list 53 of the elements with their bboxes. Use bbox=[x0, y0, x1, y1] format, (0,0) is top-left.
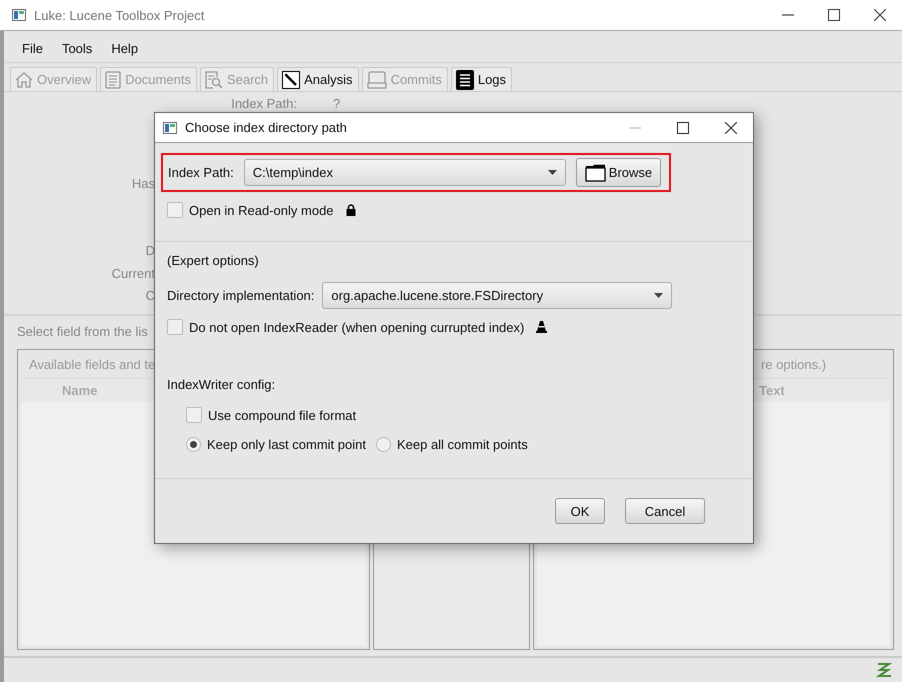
radio-label[interactable]: Keep only last commit point bbox=[207, 437, 366, 452]
maximize-icon[interactable] bbox=[677, 122, 689, 134]
browse-button[interactable]: Browse bbox=[576, 158, 662, 187]
overview-label: C bbox=[146, 288, 155, 304]
wand-icon bbox=[282, 70, 300, 88]
caret-icon bbox=[548, 170, 557, 175]
document-icon bbox=[105, 70, 122, 88]
overview-label: D bbox=[146, 243, 155, 259]
app-icon bbox=[12, 9, 26, 21]
index-path-label: Index Path: bbox=[230, 96, 297, 111]
section-label: (Expert options) bbox=[166, 253, 260, 268]
directory-combo[interactable]: org.apache.lucene.store.FSDirectory bbox=[322, 282, 672, 309]
close-icon[interactable] bbox=[874, 9, 886, 21]
checkbox[interactable] bbox=[167, 202, 183, 218]
logo-icon bbox=[876, 662, 892, 678]
field-hint: Select field from the lis bbox=[17, 324, 148, 339]
dialog-button[interactable]: Cancel bbox=[625, 498, 705, 524]
index-path-value: ? bbox=[333, 96, 340, 111]
home-icon bbox=[15, 70, 33, 88]
section-label: IndexWriter config: bbox=[166, 377, 276, 392]
search-icon bbox=[204, 70, 223, 88]
panel-title: Available fields and te bbox=[28, 356, 156, 374]
radio-button[interactable] bbox=[376, 437, 391, 452]
checkbox-label[interactable]: Open in Read-only mode bbox=[189, 202, 334, 218]
menu-item[interactable]: File bbox=[22, 40, 43, 56]
field-label: Index Path: bbox=[168, 165, 234, 180]
panel-title: re options.) bbox=[760, 356, 828, 374]
maximize-icon[interactable] bbox=[828, 9, 840, 21]
drive-icon bbox=[366, 70, 387, 88]
cone-icon bbox=[536, 321, 548, 333]
overview-label: Current bbox=[112, 266, 155, 282]
menu-item[interactable]: Help bbox=[111, 40, 138, 56]
checkbox-label[interactable]: Do not open IndexReader (when opening currupted index) bbox=[189, 320, 524, 334]
index-path-combo[interactable]: C:\temp\index bbox=[244, 159, 566, 186]
close-icon[interactable] bbox=[725, 122, 737, 134]
menu-item[interactable]: Tools bbox=[62, 40, 92, 56]
window-title: Luke: Lucene Toolbox Project bbox=[34, 8, 204, 22]
checkbox[interactable] bbox=[167, 319, 183, 335]
checkbox-label[interactable]: Use compound file format bbox=[208, 408, 356, 422]
dialog-button[interactable]: OK bbox=[555, 498, 605, 524]
overview-label: Has bbox=[132, 176, 155, 192]
field-label: Directory implementation: bbox=[167, 288, 314, 303]
lock-icon bbox=[346, 204, 356, 216]
app-icon bbox=[163, 122, 177, 134]
checkbox[interactable] bbox=[186, 407, 202, 423]
radio-button[interactable] bbox=[186, 437, 201, 452]
tab[interactable]: Logs bbox=[450, 67, 512, 91]
list-icon bbox=[456, 70, 474, 90]
radio-label[interactable]: Keep all commit points bbox=[396, 437, 528, 452]
folder-icon bbox=[584, 164, 606, 182]
dialog-title: Choose index directory path bbox=[185, 120, 347, 135]
caret-icon bbox=[654, 293, 664, 298]
tab[interactable]: Analysis bbox=[277, 67, 359, 91]
